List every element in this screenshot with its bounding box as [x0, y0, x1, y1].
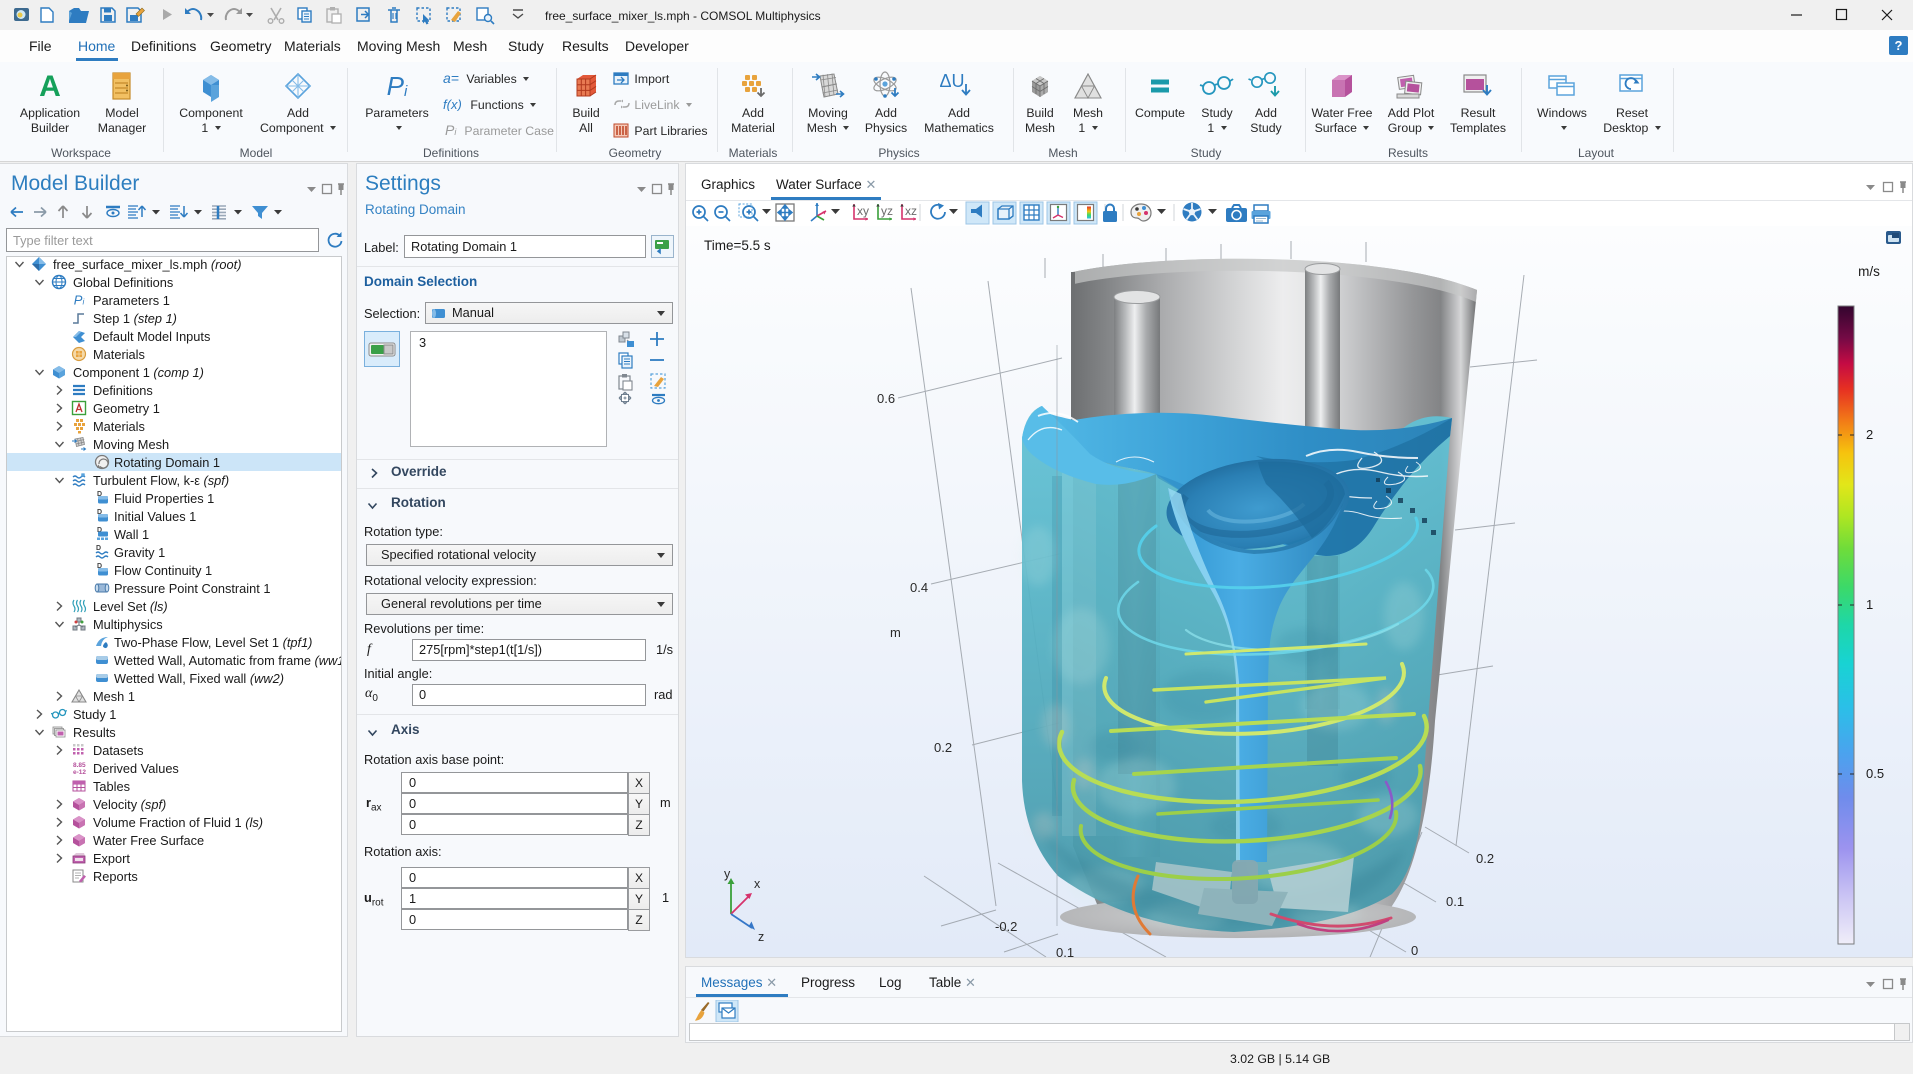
svg-text:0.4: 0.4 [910, 580, 928, 595]
svg-text:e-12: e-12 [73, 769, 86, 776]
svg-text:Pi: Pi [445, 123, 457, 137]
svg-text:a=: a= [443, 71, 459, 85]
svg-text:y: y [724, 867, 731, 881]
svg-text:0.1: 0.1 [1446, 894, 1464, 909]
svg-text:A: A [39, 70, 61, 102]
svg-text:x: x [754, 877, 761, 891]
svg-text:m: m [890, 625, 901, 640]
svg-text:yz: yz [881, 204, 893, 218]
svg-text:xy: xy [857, 204, 869, 218]
svg-text:D: D [96, 545, 101, 552]
svg-text:0.2: 0.2 [1476, 851, 1494, 866]
svg-text:Pi: Pi [387, 71, 408, 101]
svg-text:-0.2: -0.2 [995, 919, 1017, 934]
svg-text:m/s: m/s [1858, 264, 1880, 279]
svg-text:xz: xz [905, 204, 917, 218]
svg-text:Time=5.5 s: Time=5.5 s [704, 238, 771, 253]
svg-text:0.2: 0.2 [934, 740, 952, 755]
svg-text:Pi: Pi [74, 293, 85, 308]
svg-text:0: 0 [1411, 943, 1418, 957]
svg-text:0.1: 0.1 [1056, 945, 1074, 957]
svg-text:z: z [758, 930, 764, 944]
svg-text:ΔU: ΔU [939, 71, 964, 91]
svg-text:2: 2 [1866, 427, 1873, 442]
svg-text:8.85: 8.85 [73, 762, 86, 769]
svg-text:1: 1 [1866, 597, 1873, 612]
svg-text:0.6: 0.6 [877, 391, 895, 406]
svg-text:0.5: 0.5 [1866, 766, 1884, 781]
svg-text:f(x): f(x) [443, 97, 462, 111]
